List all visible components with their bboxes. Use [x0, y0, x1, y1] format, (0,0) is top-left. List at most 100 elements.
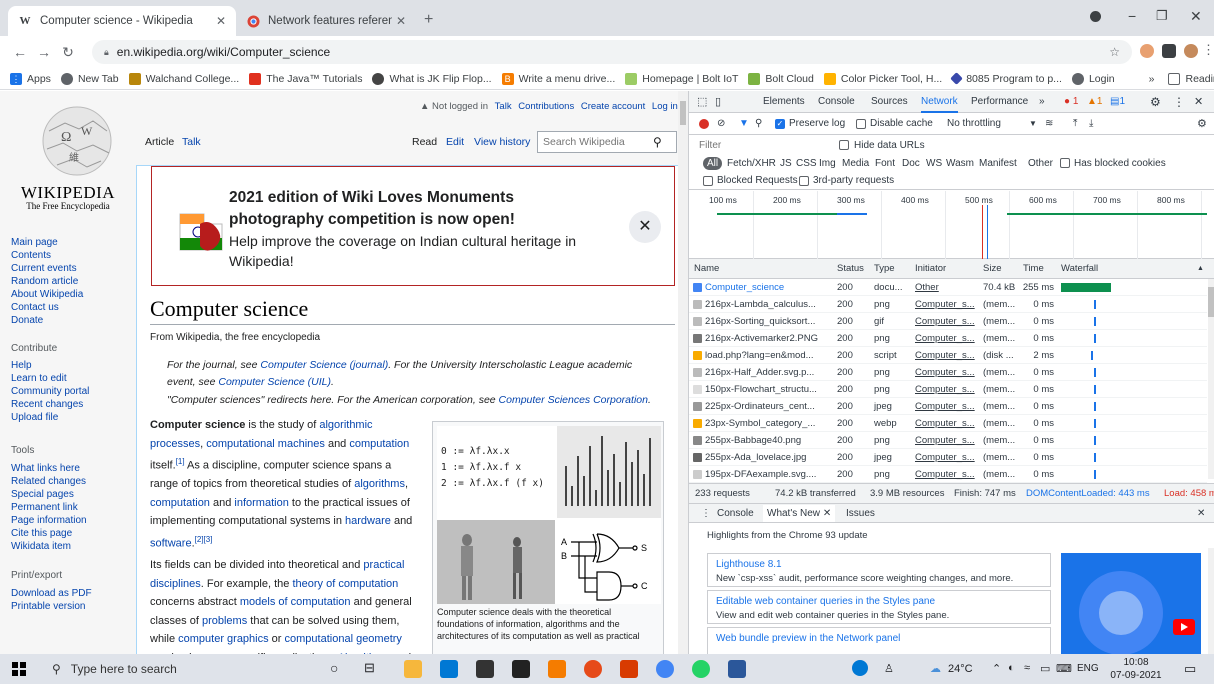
tab-performance[interactable]: Performance [971, 96, 1028, 107]
col-size[interactable]: Size [983, 263, 1001, 274]
inspect-element-icon[interactable]: ⬚ [697, 95, 707, 108]
nav-current-events[interactable]: Current events [11, 263, 77, 274]
bookmark-color-picker[interactable]: Color Picker Tool, H... [823, 72, 942, 85]
tab-edit[interactable]: Edit [446, 136, 464, 148]
settings-gear-icon[interactable]: ⚙ [1150, 95, 1161, 109]
network-tray-icon[interactable]: ◐ [1008, 662, 1015, 674]
bookmark-login[interactable]: Login [1071, 72, 1115, 85]
wiki-search-input[interactable] [538, 136, 653, 148]
people-icon[interactable]: ♙ [884, 662, 894, 675]
blocked-cookies-checkbox[interactable] [1060, 158, 1070, 168]
type-filter-media[interactable]: Media [842, 158, 869, 169]
bookmark-java-tutorials[interactable]: The Java™ Tutorials [249, 72, 362, 85]
avatar[interactable] [1184, 44, 1198, 58]
article-link[interactable]: computation [150, 497, 210, 509]
network-filter-input[interactable] [699, 139, 829, 151]
new-tab-icon[interactable]: + [424, 11, 433, 29]
clear-icon[interactable]: ⊘ [717, 118, 725, 129]
close-tab-icon[interactable]: ✕ [216, 14, 226, 28]
more-tabs-icon[interactable]: » [1039, 96, 1045, 107]
wikipedia-globe-logo[interactable]: Ω W 維 [35, 101, 119, 181]
close-tab-icon[interactable]: ✕ [823, 508, 831, 519]
login-link[interactable]: Log in [652, 101, 678, 112]
profile-icon[interactable] [1090, 11, 1101, 22]
minimize-icon[interactable]: − [1128, 8, 1136, 24]
word-icon[interactable] [728, 660, 746, 678]
help-tray-icon[interactable] [852, 660, 868, 676]
search-icon[interactable]: ⚲ [653, 135, 662, 149]
card-web-bundle[interactable]: Web bundle preview in the Network panel [707, 627, 1051, 654]
device-toolbar-icon[interactable]: ▯ [715, 95, 721, 108]
cortana-icon[interactable]: ○ [330, 660, 338, 676]
type-filter-ws[interactable]: WS [926, 158, 942, 169]
close-window-icon[interactable]: ✕ [1190, 8, 1202, 25]
bookmark-walchand[interactable]: Walchand College... [128, 72, 239, 85]
tab-article[interactable]: Article [145, 136, 174, 148]
drawer-tab-whats-new[interactable]: What's New ✕ [763, 504, 836, 522]
article-link[interactable]: hardware [345, 515, 391, 527]
tab-talk[interactable]: Talk [182, 136, 201, 148]
drawer-menu-icon[interactable]: ⋮ [701, 508, 711, 519]
talk-link[interactable]: Talk [495, 101, 512, 112]
article-link[interactable]: algorithms [354, 478, 405, 490]
tray-overflow-icon[interactable]: ⌃ [992, 662, 1001, 675]
link-cs-uil[interactable]: Computer Science (UIL) [218, 376, 331, 388]
article-link[interactable]: theory of computation [292, 578, 398, 590]
network-request-row[interactable]: 225px-Ordinateurs_cent... 200 jpeg Computer… [689, 398, 1207, 415]
close-banner-icon[interactable]: ✕ [629, 211, 661, 243]
request-initiator[interactable]: Computer_s... [915, 401, 975, 412]
whats-new-video-thumbnail[interactable] [1061, 553, 1201, 654]
contributions-link[interactable]: Contributions [518, 101, 574, 112]
close-tab-icon[interactable]: ✕ [396, 14, 406, 28]
notification-icon[interactable]: ▭ [1184, 661, 1196, 677]
quicksort-animation-image[interactable] [557, 426, 661, 518]
tab-network[interactable]: Network [921, 91, 958, 113]
language-indicator[interactable]: ENG [1077, 663, 1099, 674]
network-request-row[interactable]: 216px-Activemarker2.PNG 200 png Computer_s.… [689, 330, 1207, 347]
tab-view-history[interactable]: View history [474, 136, 530, 148]
link-csc[interactable]: Computer Sciences Corporation [499, 394, 648, 406]
wiki-search-box[interactable]: ⚲ [537, 131, 677, 153]
type-filter-img[interactable]: Img [819, 158, 836, 169]
card-container-queries[interactable]: Editable web container queries in the St… [707, 590, 1051, 624]
nav-upload-file[interactable]: Upload file [11, 412, 58, 423]
nav-main-page[interactable]: Main page [11, 237, 58, 248]
type-filter-wasm[interactable]: Wasm [946, 158, 974, 169]
throttling-select[interactable]: No throttling [947, 118, 1001, 129]
chrome-taskbar-icon[interactable] [656, 660, 674, 678]
request-initiator[interactable]: Other [915, 282, 939, 293]
bookmark-jk-flipflop[interactable]: What is JK Flip Flop... [372, 72, 492, 85]
keyboard-icon[interactable]: ⌨ [1056, 662, 1072, 675]
type-filter-css[interactable]: CSS [796, 158, 817, 169]
nav-page-information[interactable]: Page information [11, 515, 87, 526]
network-request-row[interactable]: 216px-Half_Adder.svg.p... 200 png Computer_… [689, 364, 1207, 381]
article-link[interactable]: computation [349, 438, 409, 450]
request-initiator[interactable]: Computer_s... [915, 333, 975, 344]
tab-console[interactable]: Console [818, 96, 855, 107]
info-badge[interactable]: ▤1 [1110, 96, 1125, 107]
reload-icon[interactable]: ↻ [56, 44, 80, 61]
type-filter-doc[interactable]: Doc [902, 158, 920, 169]
bookmark-8085[interactable]: 8085 Program to p... [950, 72, 1062, 85]
network-conditions-icon[interactable]: ≋ [1045, 118, 1053, 129]
request-initiator[interactable]: Computer_s... [915, 316, 975, 327]
network-request-row[interactable]: 216px-Lambda_calculus... 200 png Computer_s… [689, 296, 1207, 313]
dropbox-icon[interactable] [512, 660, 530, 678]
article-link[interactable]: information [234, 497, 288, 509]
windows-start-icon[interactable] [12, 662, 26, 676]
article-link[interactable]: processes [150, 438, 200, 450]
wifi-icon[interactable]: ≈ [1024, 662, 1030, 674]
network-request-row[interactable]: 255px-Ada_lovelace.jpg 200 jpeg Computer_s.… [689, 449, 1207, 466]
battery-icon[interactable]: ▭ [1040, 662, 1050, 675]
extensions-puzzle-icon[interactable] [1162, 44, 1176, 58]
network-request-row[interactable]: 195px-DFAexample.svg.... 200 png Computer_s… [689, 466, 1207, 483]
motion-capture-image[interactable] [437, 520, 555, 604]
tab-network-reference[interactable]: Network features reference - Chr ✕ [236, 6, 416, 36]
request-initiator[interactable]: Computer_s... [915, 299, 975, 310]
bookmark-menu-drive[interactable]: B Write a menu drive... [501, 72, 615, 85]
network-request-row[interactable]: 216px-Sorting_quicksort... 200 gif Computer… [689, 313, 1207, 330]
nav-recent-changes[interactable]: Recent changes [11, 399, 83, 410]
nav-community-portal[interactable]: Community portal [11, 386, 89, 397]
request-initiator[interactable]: Computer_s... [915, 469, 975, 480]
nav-donate[interactable]: Donate [11, 315, 43, 326]
